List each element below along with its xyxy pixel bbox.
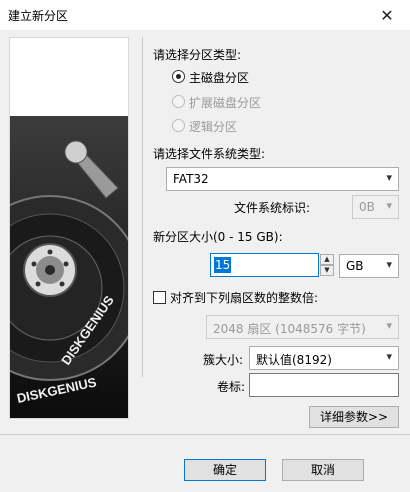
volume-label: 卷标: (217, 380, 246, 394)
cluster-label: 簇大小: (203, 353, 244, 367)
radio-extended-label: 扩展磁盘分区 (189, 96, 262, 110)
size-label: 新分区大小(0 - 15 GB): (153, 230, 283, 244)
file-system-heading: 请选择文件系统类型: (153, 147, 266, 161)
cluster-value: 默认值(8192) (256, 353, 332, 367)
size-unit-select[interactable]: GB ▾ (339, 254, 399, 278)
spin-up-icon[interactable]: ▲ (320, 254, 334, 265)
file-system-id-select[interactable]: 0B ▾ (352, 195, 399, 219)
size-value: 15 (214, 257, 232, 273)
radio-primary[interactable] (172, 70, 185, 83)
align-label: 对齐到下列扇区数的整数倍: (170, 291, 319, 305)
file-system-value: FAT32 (173, 172, 209, 186)
radio-logical[interactable] (172, 119, 185, 132)
cluster-select[interactable]: 默认值(8192) ▾ (249, 346, 399, 370)
cancel-button[interactable]: 取消 (282, 459, 364, 481)
size-unit-value: GB (346, 259, 364, 273)
title-bar: 建立新分区 ✕ (0, 0, 410, 30)
volume-input[interactable] (249, 373, 399, 397)
file-system-id-label: 文件系统标识: (234, 201, 311, 215)
partition-type-heading: 请选择分区类型: (153, 48, 242, 62)
file-system-id-value: 0B (359, 200, 375, 214)
chevron-down-icon: ▾ (386, 350, 392, 363)
size-input[interactable]: 15 (210, 253, 319, 277)
chevron-down-icon: ▾ (386, 319, 392, 332)
radio-logical-label: 逻辑分区 (189, 120, 238, 134)
ok-button[interactable]: 确定 (184, 459, 266, 481)
details-button[interactable]: 详细参数>> (309, 406, 399, 428)
chevron-down-icon: ▾ (386, 258, 392, 271)
size-spinner[interactable]: ▲ ▼ (320, 254, 334, 276)
vertical-divider (142, 37, 143, 377)
align-checkbox[interactable] (153, 291, 166, 304)
align-select[interactable]: 2048 扇区 (1048576 字节) ▾ (206, 315, 399, 339)
align-value: 2048 扇区 (1048576 字节) (213, 322, 366, 336)
close-icon[interactable]: ✕ (364, 0, 410, 30)
file-system-select[interactable]: FAT32 ▾ (166, 167, 399, 191)
radio-primary-label: 主磁盘分区 (189, 71, 250, 85)
footer-divider (0, 434, 410, 435)
hard-disk-illustration: DISKGENIUS DISKGENIUS (9, 37, 129, 419)
window-title: 建立新分区 (8, 9, 69, 23)
chevron-down-icon: ▾ (386, 199, 392, 212)
radio-extended[interactable] (172, 95, 185, 108)
chevron-down-icon: ▾ (386, 171, 392, 184)
spin-down-icon[interactable]: ▼ (320, 265, 334, 276)
